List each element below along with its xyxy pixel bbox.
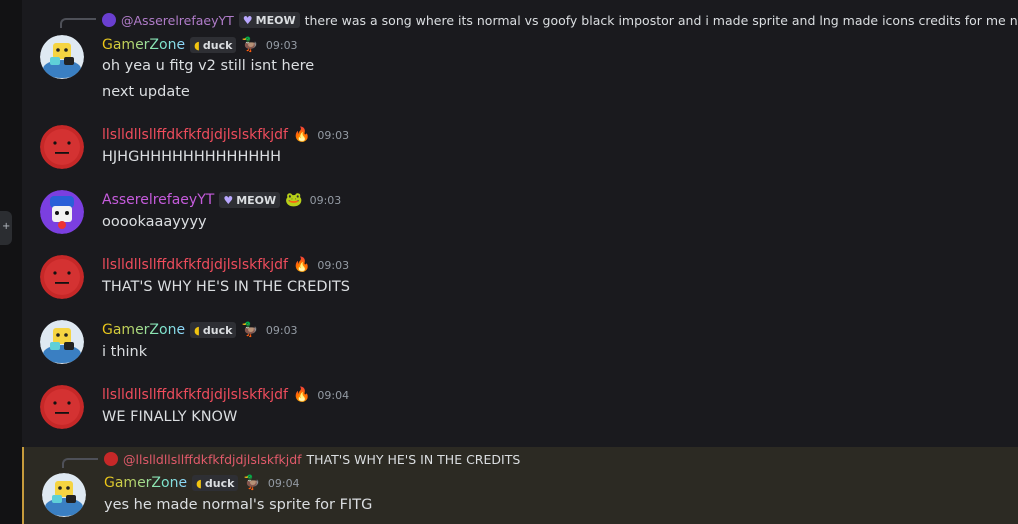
avatar[interactable] bbox=[40, 385, 84, 429]
message-text: ooookaaayyyy bbox=[102, 214, 207, 230]
message-header: AsserelrefaeyYT ♥ MEOW 🐸 09:03 bbox=[102, 190, 341, 210]
timestamp[interactable]: 09:03 bbox=[266, 39, 298, 52]
message-group-highlighted: @llslldllsllffdkfkfdjdjlslskfkjdf THAT'S… bbox=[22, 447, 1018, 524]
lemon-icon: ◖ bbox=[196, 476, 202, 490]
message-group: llslldllsllffdkfkfdjdjlslskfkjdf 🔥 09:03… bbox=[22, 255, 1018, 305]
fire-icon: 🔥 bbox=[292, 387, 311, 403]
fire-icon: 🔥 bbox=[292, 257, 311, 273]
username[interactable]: llslldllsllffdkfkfdjdjlslskfkjdf bbox=[102, 127, 288, 143]
avatar[interactable] bbox=[40, 190, 84, 234]
message-group: @AsserelrefaeyYT ♥ MEOW there was a song … bbox=[22, 0, 1018, 110]
reply-preview[interactable]: @AsserelrefaeyYT ♥ MEOW there was a song … bbox=[102, 11, 1018, 29]
message-header: GamerZone ◖ duck 🦆 09:04 bbox=[104, 473, 300, 493]
lemon-icon: ◖ bbox=[194, 323, 200, 337]
reply-text: THAT'S WHY HE'S IN THE CREDITS bbox=[306, 451, 521, 467]
reply-avatar bbox=[104, 452, 118, 466]
avatar[interactable] bbox=[40, 255, 84, 299]
message-group: AsserelrefaeyYT ♥ MEOW 🐸 09:03 ooookaaayy… bbox=[22, 190, 1018, 240]
reply-connector bbox=[60, 18, 96, 28]
message-header: llslldllsllffdkfkfdjdjlslskfkjdf 🔥 09:03 bbox=[102, 125, 349, 145]
reply-author[interactable]: @AsserelrefaeyYT bbox=[121, 13, 234, 28]
message-group: llslldllsllffdkfkfdjdjlslskfkjdf 🔥 09:03… bbox=[22, 125, 1018, 175]
avatar[interactable] bbox=[42, 473, 86, 517]
reply-preview[interactable]: @llslldllsllffdkfkfdjdjlslskfkjdf THAT'S… bbox=[104, 450, 520, 468]
guild-tag[interactable]: ◖ duck bbox=[190, 37, 237, 53]
guild-tag: ♥ MEOW bbox=[238, 12, 300, 28]
heart-icon: ♥ bbox=[242, 13, 253, 27]
avatar[interactable] bbox=[40, 35, 84, 79]
message-header: llslldllsllffdkfkfdjdjlslskfkjdf 🔥 09:04 bbox=[102, 385, 349, 405]
message-text: HJHGHHHHHHHHHHHHH bbox=[102, 149, 282, 165]
message-text: next update bbox=[102, 84, 190, 100]
duck-icon: 🦆 bbox=[241, 37, 259, 53]
timestamp[interactable]: 09:04 bbox=[268, 477, 300, 490]
timestamp[interactable]: 09:03 bbox=[317, 129, 349, 142]
reply-avatar bbox=[102, 13, 116, 27]
message-header: GamerZone ◖ duck 🦆 09:03 bbox=[102, 35, 298, 55]
reply-author[interactable]: @llslldllsllffdkfkfdjdjlslskfkjdf bbox=[123, 452, 302, 467]
message-text: WE FINALLY KNOW bbox=[102, 409, 238, 425]
timestamp[interactable]: 09:04 bbox=[317, 389, 349, 402]
frog-icon: 🐸 bbox=[285, 192, 303, 208]
timestamp[interactable]: 09:03 bbox=[310, 194, 342, 207]
reply-text: there was a song where its normal vs goo… bbox=[304, 12, 1018, 28]
heart-icon: ♥ bbox=[223, 193, 234, 207]
guild-tag[interactable]: ♥ MEOW bbox=[219, 192, 281, 208]
username[interactable]: GamerZone bbox=[102, 322, 185, 338]
username[interactable]: llslldllsllffdkfkfdjdjlslskfkjdf bbox=[102, 257, 288, 273]
guild-tag[interactable]: ◖ duck bbox=[190, 322, 237, 338]
message-text: THAT'S WHY HE'S IN THE CREDITS bbox=[102, 279, 350, 295]
message-group: llslldllsllffdkfkfdjdjlslskfkjdf 🔥 09:04… bbox=[22, 385, 1018, 435]
chat-messages: @AsserelrefaeyYT ♥ MEOW there was a song … bbox=[22, 0, 1018, 524]
reply-connector bbox=[62, 458, 98, 468]
message-header: GamerZone ◖ duck 🦆 09:03 bbox=[102, 320, 298, 340]
message-text: yes he made normal's sprite for FITG bbox=[104, 497, 373, 513]
lemon-icon: ◖ bbox=[194, 38, 200, 52]
guild-tag[interactable]: ◖ duck bbox=[192, 475, 239, 491]
username[interactable]: AsserelrefaeyYT bbox=[102, 192, 214, 208]
message-text: i think bbox=[102, 344, 148, 360]
avatar[interactable] bbox=[40, 320, 84, 364]
username[interactable]: GamerZone bbox=[102, 37, 185, 53]
timestamp[interactable]: 09:03 bbox=[266, 324, 298, 337]
duck-icon: 🦆 bbox=[243, 475, 261, 491]
side-expand-tab[interactable]: + bbox=[0, 211, 12, 245]
username[interactable]: llslldllsllffdkfkfdjdjlslskfkjdf bbox=[102, 387, 288, 403]
duck-icon: 🦆 bbox=[241, 322, 259, 338]
message-text: oh yea u fitg v2 still isnt here bbox=[102, 58, 315, 74]
left-strip bbox=[0, 0, 22, 524]
avatar[interactable] bbox=[40, 125, 84, 169]
message-header: llslldllsllffdkfkfdjdjlslskfkjdf 🔥 09:03 bbox=[102, 255, 349, 275]
message-group: GamerZone ◖ duck 🦆 09:03 i think bbox=[22, 320, 1018, 370]
fire-icon: 🔥 bbox=[292, 127, 311, 143]
timestamp[interactable]: 09:03 bbox=[317, 259, 349, 272]
username[interactable]: GamerZone bbox=[104, 475, 187, 491]
